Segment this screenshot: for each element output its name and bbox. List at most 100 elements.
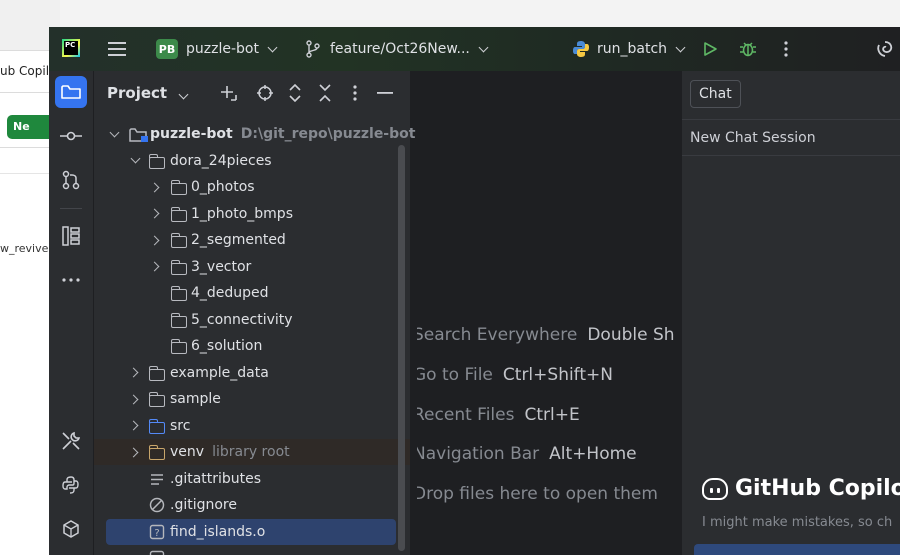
debug-button[interactable] (739, 27, 757, 71)
tree-item-2-segmented[interactable]: 2_segmented (94, 227, 410, 253)
tree-item-puzzle-bot[interactable]: puzzle-bot D:\git_repo\puzzle-bot (94, 121, 415, 147)
tree-item-example-data[interactable]: example_data (94, 360, 410, 386)
ide-window: PC PB puzzle-bot feature/Oct26New... run… (49, 27, 900, 555)
divider (682, 119, 900, 120)
cube-settings-icon (63, 520, 79, 538)
copilot-disclaimer: I might make mistakes, so ch (702, 515, 893, 530)
folder-icon (170, 206, 187, 222)
tree-item-label: 0_photos (191, 179, 255, 195)
project-panel: Project puzzle-bot D:\git_repo\puzzle-bo… (94, 71, 415, 555)
structure-tool-button[interactable] (55, 220, 87, 252)
more-actions-button[interactable] (783, 27, 789, 71)
tree-item-4-deduped[interactable]: 4_deduped (94, 280, 410, 306)
folder-icon (148, 392, 165, 407)
tree-item-venv[interactable]: venv library root (94, 439, 410, 465)
run-button[interactable] (702, 27, 718, 71)
ignore-file-icon (149, 497, 165, 513)
tree-item-label: 5_connectivity (191, 311, 293, 328)
unknown-file-icon: ? (149, 524, 165, 539)
tree-item-src[interactable]: src (94, 413, 410, 439)
tree-item-6-solution[interactable]: 6_solution (94, 333, 410, 359)
tree-item-partial[interactable] (94, 545, 410, 555)
locate-file-button[interactable] (254, 82, 276, 104)
commit-icon (60, 131, 82, 141)
more-tools-button[interactable] (55, 264, 87, 296)
services-tool-button[interactable] (55, 425, 87, 457)
chat-session-title: New Chat Session (690, 130, 816, 146)
tree-item-label: 6_solution (191, 338, 263, 354)
chevron-right-icon (128, 447, 139, 457)
folder-icon (170, 286, 187, 301)
tab-chat[interactable]: Chat (690, 80, 741, 108)
tree-item-label: 3_vector (191, 258, 252, 275)
folder-icon (148, 153, 165, 169)
tree-item-gitattributes[interactable]: .gitattributes (94, 466, 410, 492)
collapse-all-icon (319, 84, 331, 102)
tree-item-label: venv library root (170, 444, 290, 460)
project-view-selector[interactable]: Project (107, 84, 189, 102)
collapse-all-button[interactable] (314, 82, 336, 104)
editor-empty-state: Search Everywhere Double Shi Go to File Ct… (417, 71, 675, 555)
project-tree-scrollbar[interactable] (398, 145, 405, 551)
chevron-right-icon (128, 367, 139, 378)
tree-item-1-photo-bmps[interactable]: 1_photo_bmps (94, 201, 410, 227)
run-config-selector[interactable]: run_batch (572, 27, 686, 71)
source-folder-icon (148, 418, 165, 434)
hint-search-everywhere: Search Everywhere Double Shi (417, 325, 675, 345)
chat-input[interactable] (694, 544, 900, 555)
hint-navigation-bar: Navigation Bar Alt+Home (417, 444, 637, 464)
tree-item-3-vector[interactable]: 3_vector (94, 254, 410, 280)
folder-icon (170, 259, 187, 275)
python-icon (573, 41, 589, 57)
tree-item-gitignore[interactable]: .gitignore (94, 492, 410, 518)
folder-icon (170, 312, 187, 328)
title-bar: PC PB puzzle-bot feature/Oct26New... run… (49, 27, 900, 71)
divider (60, 208, 82, 209)
main-menu-button[interactable] (107, 27, 127, 71)
hint-go-to-file: Go to File Ctrl+Shift+N (417, 365, 613, 385)
structure-icon (62, 226, 80, 246)
tree-item-dora-24pieces[interactable]: dora_24pieces (94, 148, 410, 174)
project-folder-icon (129, 128, 148, 142)
tree-item-label: sample (170, 391, 221, 407)
new-file-button[interactable] (217, 82, 239, 104)
python-packages-tool-button[interactable] (55, 469, 87, 501)
tree-item-label: dora_24pieces (170, 152, 272, 169)
chevron-down-icon (478, 42, 489, 52)
library-folder-icon (148, 445, 165, 460)
hide-panel-button[interactable] (374, 82, 396, 104)
chevron-down-icon (130, 153, 141, 164)
crosshair-icon (257, 85, 273, 101)
project-panel-header: Project (94, 71, 410, 115)
tree-item-find-islands-o[interactable]: ? find_islands.o (106, 518, 396, 545)
chevron-down-icon (267, 42, 278, 52)
plus-icon (221, 86, 237, 101)
vertical-dots-icon (353, 85, 357, 101)
tree-item-5-connectivity[interactable]: 5_connectivity (94, 307, 410, 333)
file-icon (149, 550, 165, 555)
minimize-icon (377, 92, 393, 94)
tree-item-label: 2_segmented (191, 232, 286, 248)
pull-requests-tool-button[interactable] (55, 164, 87, 196)
tree-item-label: puzzle-bot D:\git_repo\puzzle-bot (150, 126, 416, 142)
hamburger-icon (108, 42, 126, 56)
git-branch-icon (306, 40, 320, 58)
project-switcher[interactable]: PB puzzle-bot (156, 27, 278, 71)
tree-item-0-photos[interactable]: 0_photos (94, 174, 410, 200)
run-config-name: run_batch (597, 41, 668, 57)
copilot-logo-icon (702, 477, 728, 500)
commit-tool-button[interactable] (55, 120, 87, 152)
ai-assistant-button[interactable] (875, 27, 895, 71)
python-outline-icon (62, 476, 79, 494)
chevron-right-icon (149, 235, 160, 245)
chevron-down-icon (109, 127, 120, 137)
tree-item-label: example_data (170, 364, 269, 381)
copilot-brand: GitHub Copilot (702, 476, 900, 501)
project-tool-button[interactable] (55, 76, 87, 108)
panel-options-button[interactable] (344, 82, 366, 104)
tree-item-sample[interactable]: sample (94, 386, 410, 412)
expand-all-button[interactable] (284, 82, 306, 104)
hint-recent-files: Recent Files Ctrl+E (417, 405, 580, 425)
branch-switcher[interactable]: feature/Oct26New... (305, 27, 489, 71)
python-console-tool-button[interactable] (55, 513, 87, 545)
